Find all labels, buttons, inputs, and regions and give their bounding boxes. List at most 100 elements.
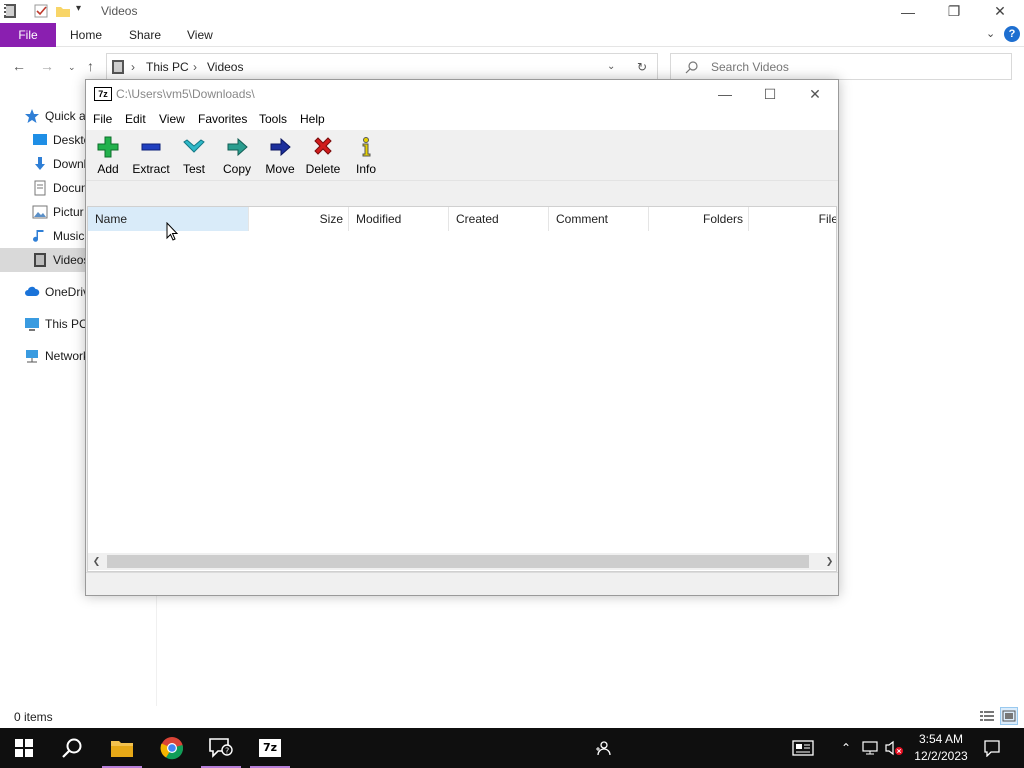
address-bar[interactable]: › This PC › Videos ⌄ ↻	[106, 53, 658, 80]
taskbar-file-explorer[interactable]	[98, 728, 146, 768]
address-dropdown-icon[interactable]: ⌄	[607, 61, 615, 72]
maximize-icon: ☐	[763, 85, 777, 102]
scroll-right-icon[interactable]: ❯	[821, 553, 836, 570]
search-box[interactable]: Search Videos	[670, 53, 1012, 80]
forward-icon[interactable]: →	[40, 58, 54, 74]
column-header-modified[interactable]: Modified	[349, 207, 449, 231]
tray-overflow-button[interactable]: ⌃	[836, 728, 856, 768]
breadcrumb-this-pc[interactable]: This PC	[146, 60, 189, 74]
column-header-comment[interactable]: Comment	[549, 207, 649, 231]
back-icon[interactable]: ←	[12, 58, 26, 74]
explorer-address-row: ← → ⌄ ↑ › This PC › Videos ⌄ ↻ Search Vi…	[0, 52, 1024, 82]
close-icon: ✕	[994, 3, 1006, 19]
star-icon	[25, 109, 39, 123]
ribbon-file-tab[interactable]: File	[0, 23, 56, 47]
7zip-status-bar	[86, 572, 838, 595]
7zip-icon: 7z	[259, 739, 281, 757]
new-folder-icon[interactable]	[55, 3, 71, 19]
tray-network-button[interactable]	[858, 728, 882, 768]
taskbar-7zip[interactable]: 7z	[246, 728, 294, 768]
horizontal-scrollbar[interactable]: ❮ ❯	[88, 553, 836, 570]
mouse-cursor-icon	[166, 222, 179, 241]
network-status-icon	[862, 741, 878, 755]
customize-qa-icon[interactable]: ▾	[76, 3, 81, 14]
clock-date: 12/2/2023	[914, 749, 968, 763]
scroll-left-icon[interactable]: ❮	[88, 553, 105, 570]
scrollbar-thumb[interactable]	[107, 555, 809, 568]
start-button[interactable]	[0, 728, 48, 768]
search-icon	[685, 61, 698, 74]
menu-help[interactable]: Help	[300, 112, 325, 126]
people-icon	[596, 741, 611, 756]
feedback-hub-icon: ?	[209, 738, 233, 758]
taskbar-search-button[interactable]	[48, 728, 96, 768]
menu-view[interactable]: View	[159, 112, 185, 126]
start-icon	[15, 739, 33, 757]
7zip-titlebar: 7z C:\Users\vm5\Downloads\ — ☐ ✕	[86, 80, 838, 108]
computer-icon	[25, 318, 39, 331]
tray-people-button[interactable]	[590, 728, 616, 768]
move-icon	[270, 137, 291, 157]
chrome-icon	[160, 737, 184, 760]
taskbar-chrome[interactable]	[148, 728, 196, 768]
details-view-button[interactable]	[978, 707, 996, 725]
column-header-created[interactable]: Created	[449, 207, 549, 231]
refresh-icon[interactable]: ↻	[637, 60, 647, 74]
video-folder-icon	[112, 60, 124, 74]
7zip-minimize-button[interactable]: —	[702, 80, 748, 108]
recent-locations-icon[interactable]: ⌄	[68, 62, 76, 73]
column-header-files[interactable]: File	[749, 207, 836, 231]
menu-file[interactable]: File	[93, 112, 112, 126]
column-header-size[interactable]: Size	[249, 207, 349, 231]
nav-label: This PC	[45, 317, 88, 331]
tray-news-button[interactable]	[786, 728, 820, 768]
help-icon[interactable]: ?	[1004, 26, 1020, 42]
breadcrumb-separator-icon: ›	[193, 60, 197, 74]
properties-icon[interactable]	[33, 3, 49, 19]
explorer-title: Videos	[101, 4, 138, 18]
explorer-close-button[interactable]: ✕	[977, 0, 1023, 23]
nav-label: Pictur	[53, 205, 84, 219]
delete-icon	[314, 137, 332, 155]
details-view-icon	[980, 711, 994, 721]
picture-icon	[32, 205, 48, 219]
search-placeholder: Search Videos	[711, 60, 789, 74]
video-folder-icon	[4, 4, 16, 18]
large-icons-view-button[interactable]	[1000, 707, 1018, 725]
7zip-title-path: C:\Users\vm5\Downloads\	[116, 87, 255, 101]
breadcrumb-videos[interactable]: Videos	[207, 60, 243, 74]
ribbon-tab-home[interactable]: Home	[70, 28, 102, 42]
7zip-close-button[interactable]: ✕	[792, 80, 838, 108]
action-center-button[interactable]	[980, 728, 1004, 768]
taskbar-clock[interactable]: 3:54 AM 12/2/2023	[908, 731, 974, 765]
network-icon	[26, 350, 38, 363]
info-button[interactable]: Info	[344, 132, 388, 178]
7zip-file-list[interactable]: Name Size Modified Created Comment Folde…	[87, 206, 837, 572]
7zip-toolbar: Add Extract Test Copy Move Delete Info	[86, 130, 838, 180]
menu-favorites[interactable]: Favorites	[198, 112, 247, 126]
video-icon	[34, 253, 46, 267]
expand-ribbon-icon[interactable]: ⌄	[986, 27, 995, 40]
menu-tools[interactable]: Tools	[259, 112, 287, 126]
explorer-minimize-button[interactable]: —	[885, 0, 931, 23]
up-icon[interactable]: ↑	[87, 58, 94, 74]
7zip-maximize-button[interactable]: ☐	[747, 80, 793, 108]
taskbar-feedback-hub[interactable]: ?	[197, 728, 245, 768]
cloud-icon	[25, 286, 40, 296]
search-icon	[62, 738, 82, 758]
explorer-restore-button[interactable]: ❐	[931, 0, 977, 23]
nav-label: Network	[45, 349, 90, 363]
7zip-address-strip	[86, 180, 838, 206]
explorer-ribbon: File Home Share View ⌄	[0, 23, 1024, 47]
ribbon-tab-view[interactable]: View	[187, 28, 213, 42]
taskbar: ? 7z ⌃ 3:54 AM 12/2/2023	[0, 728, 1024, 768]
nav-label: Music	[53, 229, 85, 243]
7zip-logo-icon: 7z	[94, 87, 112, 101]
svg-text:?: ?	[225, 747, 229, 756]
tray-volume-button[interactable]	[882, 728, 906, 768]
ribbon-tab-share[interactable]: Share	[129, 28, 161, 42]
menu-edit[interactable]: Edit	[125, 112, 146, 126]
column-header-folders[interactable]: Folders	[649, 207, 749, 231]
minimize-icon: —	[901, 3, 915, 20]
file-explorer-icon	[111, 741, 133, 757]
